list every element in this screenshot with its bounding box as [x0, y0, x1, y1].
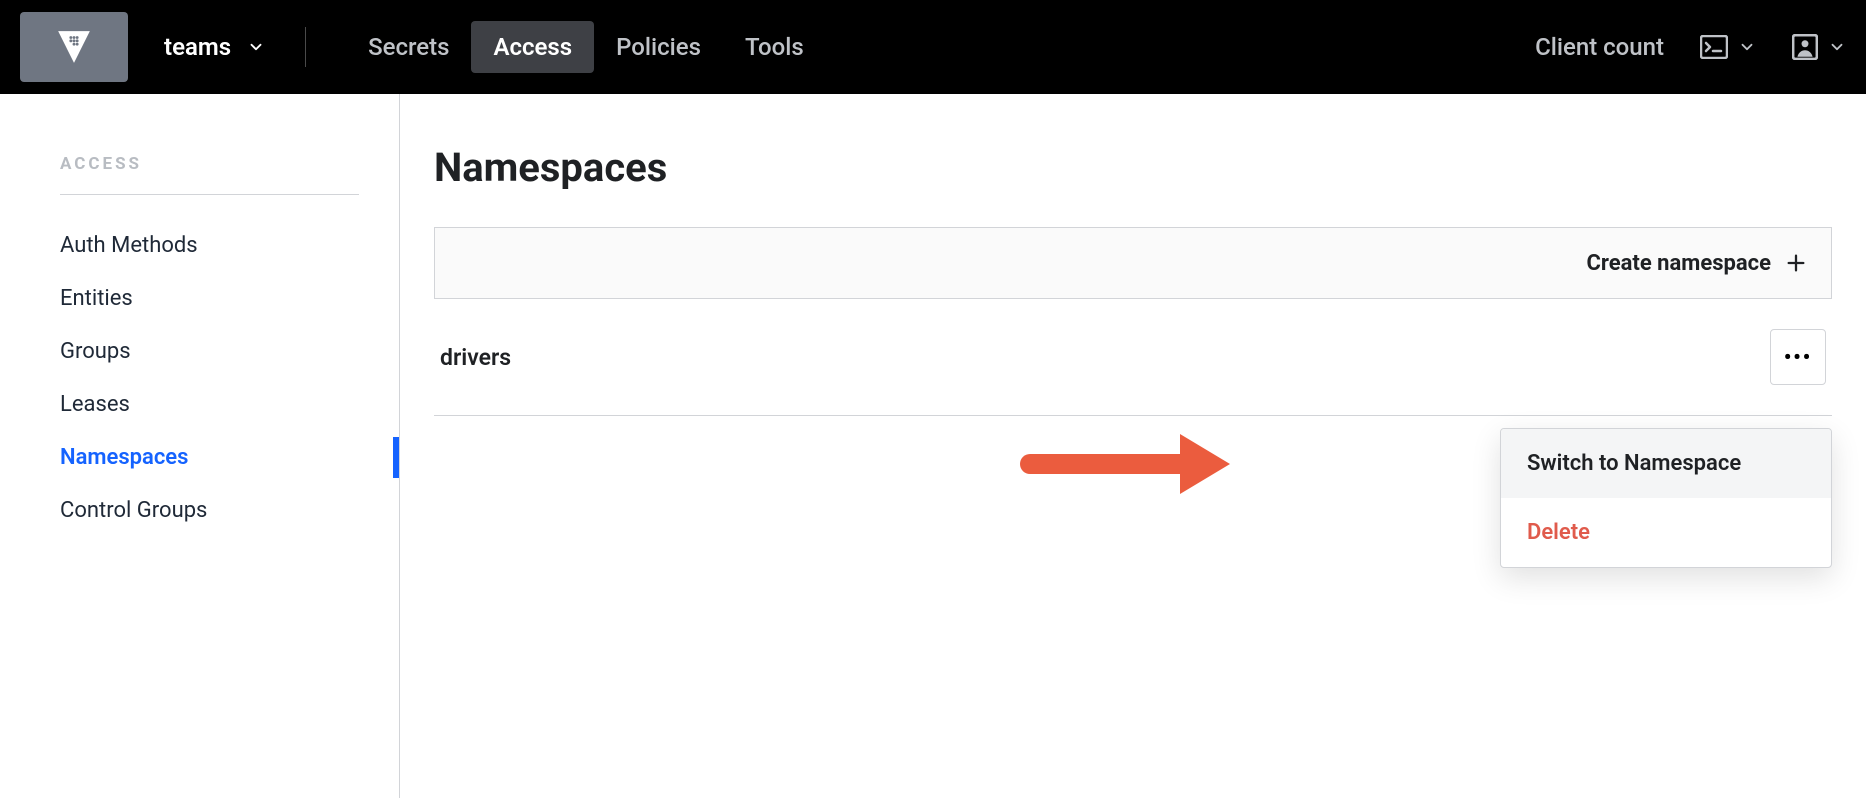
toolbar: Create namespace	[434, 227, 1832, 299]
annotation-arrow	[1020, 434, 1230, 494]
menu-switch-namespace[interactable]: Switch to Namespace	[1501, 429, 1831, 498]
create-namespace-label: Create namespace	[1586, 251, 1771, 276]
row-dropdown-menu: Switch to Namespace Delete	[1500, 428, 1832, 568]
chevron-down-icon	[247, 38, 265, 56]
dots-icon: •••	[1784, 345, 1812, 369]
namespace-name: drivers	[440, 344, 511, 371]
create-namespace-button[interactable]: Create namespace	[1586, 251, 1807, 276]
content: Namespaces Create namespace drivers ••• …	[400, 94, 1866, 798]
nav-secrets[interactable]: Secrets	[346, 21, 471, 73]
nav-tools[interactable]: Tools	[723, 21, 826, 73]
topbar: teams Secrets Access Policies Tools Clie…	[0, 0, 1866, 94]
plus-icon	[1785, 252, 1807, 274]
sidebar-heading: ACCESS	[60, 154, 359, 195]
vault-logo-icon	[55, 28, 93, 66]
sidebar-item-entities[interactable]: Entities	[60, 272, 359, 325]
user-icon	[1792, 34, 1818, 60]
main-container: ACCESS Auth Methods Entities Groups Leas…	[0, 94, 1866, 798]
user-menu[interactable]	[1792, 34, 1846, 60]
client-count-link[interactable]: Client count	[1535, 33, 1664, 61]
sidebar-item-groups[interactable]: Groups	[60, 325, 359, 378]
namespace-switcher[interactable]: teams	[164, 33, 305, 61]
menu-delete[interactable]: Delete	[1501, 498, 1831, 567]
namespace-row[interactable]: drivers •••	[434, 299, 1832, 416]
sidebar: ACCESS Auth Methods Entities Groups Leas…	[0, 94, 400, 798]
nav-policies[interactable]: Policies	[594, 21, 723, 73]
sidebar-item-namespaces[interactable]: Namespaces	[60, 431, 359, 484]
topbar-right: Client count	[1535, 33, 1846, 61]
sidebar-item-leases[interactable]: Leases	[60, 378, 359, 431]
topbar-divider	[305, 27, 306, 67]
row-more-button[interactable]: •••	[1770, 329, 1826, 385]
namespace-label: teams	[164, 33, 231, 61]
vault-logo[interactable]	[20, 12, 128, 82]
terminal-icon	[1700, 35, 1728, 59]
console-menu[interactable]	[1700, 35, 1756, 59]
sidebar-item-auth-methods[interactable]: Auth Methods	[60, 219, 359, 272]
page-title: Namespaces	[434, 144, 1832, 191]
nav-access[interactable]: Access	[471, 21, 594, 73]
sidebar-item-control-groups[interactable]: Control Groups	[60, 484, 359, 537]
chevron-down-icon	[1828, 38, 1846, 56]
chevron-down-icon	[1738, 38, 1756, 56]
